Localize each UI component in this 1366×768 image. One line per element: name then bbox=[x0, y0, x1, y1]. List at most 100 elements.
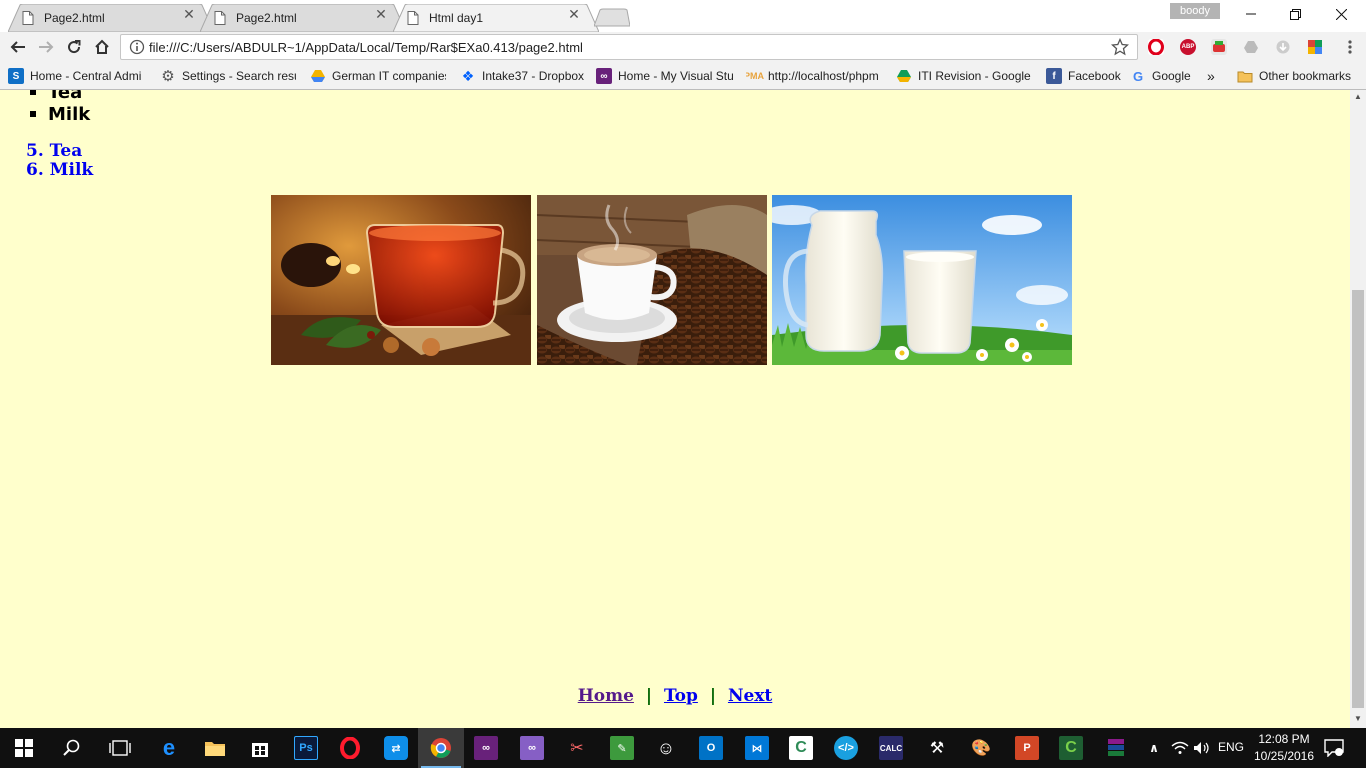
home-icon[interactable] bbox=[90, 35, 114, 59]
new-tab-button[interactable] bbox=[594, 4, 630, 32]
chrome-extension-icon[interactable] bbox=[1307, 39, 1323, 55]
visual-studio-icon: ∞ bbox=[596, 68, 612, 84]
sharepoint-icon: S bbox=[8, 68, 24, 84]
winrar-icon[interactable] bbox=[1104, 736, 1128, 760]
back-icon[interactable] bbox=[6, 35, 30, 59]
opera-icon[interactable] bbox=[338, 736, 362, 760]
opera-icon[interactable] bbox=[1148, 38, 1164, 56]
folder-icon bbox=[1237, 68, 1253, 84]
task-view-icon[interactable] bbox=[108, 736, 132, 760]
clock-time[interactable]: 12:08 PM bbox=[1252, 732, 1316, 746]
bookmarks-overflow-chevron[interactable]: » bbox=[1207, 67, 1221, 85]
next-link[interactable]: Next bbox=[728, 686, 772, 706]
document-icon bbox=[214, 11, 226, 25]
teamviewer-icon[interactable]: ⇄ bbox=[384, 736, 408, 760]
url-text[interactable]: file:///C:/Users/ABDULR~1/AppData/Local/… bbox=[149, 40, 583, 55]
vscode-icon[interactable]: ⋈ bbox=[745, 736, 769, 760]
tab-1-title: Page2.html bbox=[44, 11, 105, 25]
bookmark-visual-studio[interactable]: ∞ Home - My Visual Stu bbox=[596, 67, 736, 85]
tab-3-close-icon[interactable]: ✕ bbox=[567, 6, 581, 23]
page-content: Tea Milk 5. Tea 6. Milk Home | Top | Nex… bbox=[0, 90, 1350, 728]
bookmark-iti-revision[interactable]: ITI Revision - Google bbox=[896, 67, 1034, 85]
clock-date[interactable]: 10/25/2016 bbox=[1250, 749, 1318, 763]
restore-icon[interactable] bbox=[1272, 0, 1318, 28]
address-bar[interactable]: file:///C:/Users/ABDULR~1/AppData/Local/… bbox=[120, 34, 1138, 60]
outlook-icon[interactable]: O bbox=[699, 736, 723, 760]
menu-kebab-icon[interactable] bbox=[1338, 35, 1362, 59]
google-drive-icon bbox=[310, 68, 326, 84]
bookmark-google[interactable]: G Google bbox=[1130, 67, 1194, 85]
separator: | bbox=[645, 686, 653, 706]
bookmark-dropbox[interactable]: ❖ Intake37 - Dropbox bbox=[460, 67, 586, 85]
wifi-icon[interactable] bbox=[1168, 736, 1192, 760]
bookmarks-bar: S Home - Central Admi ⚙ Settings - Searc… bbox=[0, 62, 1366, 90]
close-window-icon[interactable] bbox=[1318, 0, 1364, 28]
windows-taskbar: e Ps ⇄ ∞ ∞ ✂ ✎ ☺ O ⋈ C </> CALC ⚒ 🎨 P C … bbox=[0, 728, 1366, 768]
home-link[interactable]: Home bbox=[578, 686, 634, 706]
ul-item-milk: Milk bbox=[48, 104, 91, 125]
volume-icon[interactable] bbox=[1190, 736, 1214, 760]
camtasia-recorder-icon[interactable]: C bbox=[1059, 736, 1083, 760]
vertical-scrollbar[interactable]: ▲ ▼ bbox=[1350, 90, 1366, 728]
camtasia-icon[interactable]: C bbox=[789, 736, 813, 760]
visual-studio-icon[interactable]: ∞ bbox=[474, 736, 498, 760]
snipping-icon[interactable]: ✂ bbox=[565, 736, 589, 760]
ol-label: Tea bbox=[49, 141, 83, 161]
tray-chevron-icon[interactable]: ∧ bbox=[1142, 736, 1166, 760]
top-link[interactable]: Top bbox=[664, 686, 698, 706]
coffee-image bbox=[537, 195, 767, 365]
download-icon[interactable] bbox=[1275, 39, 1291, 55]
store-icon[interactable] bbox=[248, 736, 272, 760]
ol-number: 5. bbox=[26, 141, 44, 161]
scroll-down-arrow-icon[interactable]: ▼ bbox=[1354, 714, 1362, 723]
ol-item-tea: 5. Tea bbox=[26, 141, 82, 161]
tab-1-close-icon[interactable]: ✕ bbox=[182, 6, 196, 23]
google-drive-icon[interactable] bbox=[1243, 39, 1259, 55]
ol-number: 6. bbox=[26, 160, 44, 180]
adblock-icon[interactable]: ABP bbox=[1180, 39, 1196, 55]
bullet-marker bbox=[30, 90, 36, 95]
language-indicator[interactable]: ENG bbox=[1218, 740, 1244, 754]
visual-studio-2-icon[interactable]: ∞ bbox=[520, 736, 544, 760]
document-icon bbox=[22, 11, 34, 25]
notifications-icon[interactable] bbox=[1322, 736, 1346, 760]
bookmark-central-admin[interactable]: S Home - Central Admi bbox=[8, 67, 148, 85]
emoji-icon[interactable]: ☺ bbox=[654, 736, 678, 760]
forward-icon[interactable] bbox=[34, 35, 58, 59]
bookmark-facebook[interactable]: f Facebook bbox=[1046, 67, 1122, 85]
tab-2-close-icon[interactable]: ✕ bbox=[374, 6, 388, 23]
phpmyadmin-icon: PMA bbox=[746, 71, 764, 81]
bookmark-phpmyadmin[interactable]: PMA http://localhost/phpm bbox=[746, 67, 882, 85]
tab-2-title: Page2.html bbox=[236, 11, 297, 25]
info-icon[interactable] bbox=[129, 39, 145, 55]
paint-icon[interactable]: 🎨 bbox=[969, 736, 993, 760]
tools-icon[interactable]: ⚒ bbox=[925, 736, 949, 760]
bookmark-settings[interactable]: ⚙ Settings - Search resu bbox=[160, 67, 296, 85]
code-icon[interactable]: </> bbox=[834, 736, 858, 760]
google-drive-icon bbox=[896, 68, 912, 84]
powerpoint-icon[interactable]: P bbox=[1015, 736, 1039, 760]
tab-3-title: Html day1 bbox=[429, 11, 484, 25]
reload-icon[interactable] bbox=[62, 35, 86, 59]
minimize-icon[interactable] bbox=[1228, 0, 1274, 28]
other-bookmarks-folder[interactable]: Other bookmarks bbox=[1237, 67, 1357, 85]
calculator-icon[interactable]: CALC bbox=[879, 736, 903, 760]
tab-3-content: Html day1 bbox=[393, 4, 559, 32]
tea-image bbox=[271, 195, 531, 365]
bookmark-german-it[interactable]: German IT companies bbox=[310, 67, 446, 85]
youtube-downloader-icon[interactable] bbox=[1211, 39, 1227, 55]
start-icon[interactable] bbox=[12, 736, 36, 760]
scroll-thumb[interactable] bbox=[1352, 290, 1364, 708]
file-explorer-icon[interactable] bbox=[203, 736, 227, 760]
bookmark-star-icon[interactable] bbox=[1111, 38, 1129, 56]
notepad-icon[interactable]: ✎ bbox=[610, 736, 634, 760]
edge-icon[interactable]: e bbox=[157, 735, 181, 760]
photoshop-icon[interactable]: Ps bbox=[294, 736, 318, 760]
chrome-icon[interactable] bbox=[429, 736, 453, 760]
scroll-up-arrow-icon[interactable]: ▲ bbox=[1354, 92, 1362, 101]
facebook-icon: f bbox=[1046, 68, 1062, 84]
search-icon[interactable] bbox=[60, 736, 84, 760]
ol-label: Milk bbox=[49, 160, 94, 180]
document-icon bbox=[407, 11, 419, 25]
profile-badge[interactable]: boody bbox=[1170, 3, 1220, 19]
